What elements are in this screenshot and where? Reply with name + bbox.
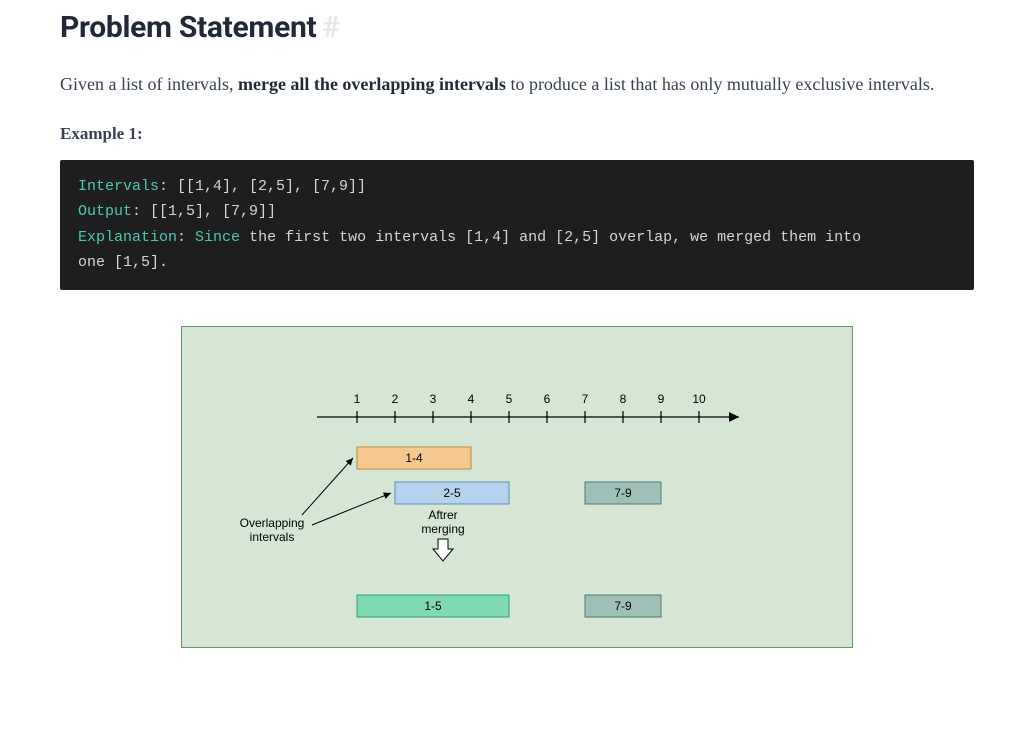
desc-bold: merge all the overlapping intervals [238, 74, 506, 94]
down-arrow-icon [433, 539, 453, 561]
code-kw-intervals: Intervals [78, 178, 159, 195]
interval-bar-label: 7-9 [614, 599, 632, 613]
axis-tick-label: 10 [692, 392, 706, 406]
code-rest: the first two intervals [1,4] and [2,5] … [249, 229, 861, 246]
caption-overlapping: Overlapping [240, 516, 305, 530]
axis-tick-label: 8 [620, 392, 627, 406]
caption-after-merging: merging [421, 522, 464, 536]
heading-anchor-icon[interactable]: # [322, 10, 339, 45]
interval-bar-label: 1-5 [424, 599, 442, 613]
section-heading: Problem Statement# [60, 10, 974, 45]
interval-bar-label: 7-9 [614, 486, 632, 500]
intervals-diagram: 1 2 3 4 5 6 7 8 9 10 1-4 2-5 7-9 Overlappingintervals… [181, 326, 853, 648]
heading-text: Problem Statement [60, 10, 316, 45]
axis-tick-label: 2 [392, 392, 399, 406]
axis-tick-label: 7 [582, 392, 589, 406]
axis-tick-label: 1 [354, 392, 361, 406]
desc-suffix: to produce a list that has only mutually… [506, 74, 934, 94]
axis-tick-label: 4 [468, 392, 475, 406]
axis-tick-label: 3 [430, 392, 437, 406]
axis-tick-label: 5 [506, 392, 513, 406]
axis-tick-label: 9 [658, 392, 665, 406]
code-lead: Since [195, 229, 240, 246]
code-block: Intervals: [[1,4], [2,5], [7,9]] Output:… [60, 160, 974, 290]
caption-after-merging: Aftrer [428, 508, 457, 522]
interval-bar-label: 2-5 [443, 486, 461, 500]
code-val-intervals: [[1,4], [2,5], [7,9]] [177, 178, 366, 195]
example-label: Example 1: [60, 124, 974, 144]
problem-description: Given a list of intervals, merge all the… [60, 69, 974, 100]
code-line4: one [1,5]. [78, 254, 168, 271]
caption-overlapping: intervals [250, 530, 295, 544]
desc-prefix: Given a list of intervals, [60, 74, 238, 94]
code-kw-output: Output [78, 203, 132, 220]
interval-bar-label: 1-4 [405, 451, 423, 465]
code-kw-explanation: Explanation [78, 229, 177, 246]
code-val-output: [[1,5], [7,9]] [150, 203, 276, 220]
axis-tick-label: 6 [544, 392, 551, 406]
